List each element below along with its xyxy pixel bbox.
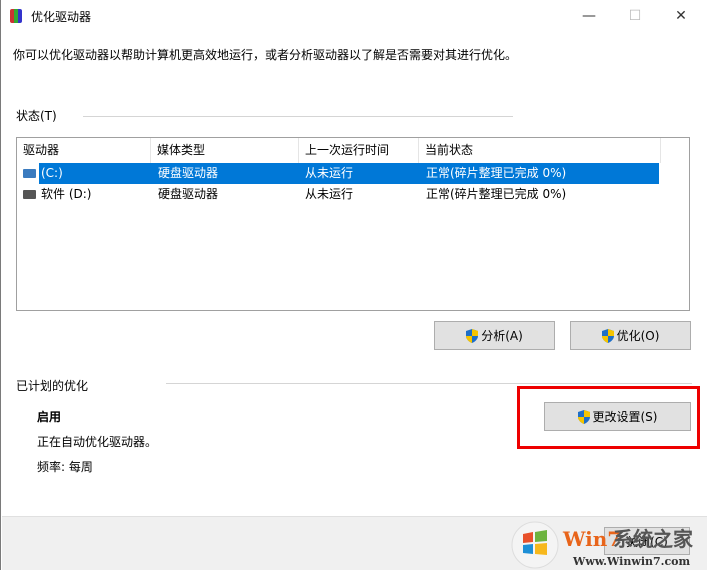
highlight-box [517,386,700,449]
hard-drive-icon [23,190,36,199]
app-icon [10,9,22,23]
table-row[interactable]: 软件 (D:) 硬盘驱动器 从未运行 正常(碎片整理已完成 0%) [17,184,689,205]
system-drive-icon [23,169,36,178]
schedule-frequency: 频率: 每周 [37,460,93,474]
title-bar: 优化驱动器 — ☐ ✕ [1,0,707,32]
uac-shield-icon [466,328,479,343]
svg-text:Www.Winwin7.com: Www.Winwin7.com [572,555,691,568]
media-type: 硬盘驱动器 [158,166,219,180]
minimize-button[interactable]: — [566,0,612,32]
table-row[interactable]: (C:) 硬盘驱动器 从未运行 正常(碎片整理已完成 0%) [17,163,689,184]
current-state: 正常(碎片整理已完成 0%) [426,166,567,180]
media-type: 硬盘驱动器 [158,187,219,201]
divider [166,383,692,384]
last-run: 从未运行 [305,187,354,201]
column-header-state[interactable]: 当前状态 [419,138,661,163]
column-header-last-run[interactable]: 上一次运行时间 [299,138,419,163]
svg-text:系统之家: 系统之家 [613,527,694,551]
window-title: 优化驱动器 [31,10,92,24]
close-window-button[interactable]: ✕ [658,0,704,32]
optimize-drives-window: 优化驱动器 — ☐ ✕ 你可以优化驱动器以帮助计算机更高效地运行，或者分析驱动器… [0,0,707,570]
optimize-label: 优化(O) [616,329,660,343]
analyze-button[interactable]: 分析(A) [434,321,555,350]
last-run: 从未运行 [305,166,354,180]
drive-name: 软件 (D:) [41,187,92,201]
column-header-drive[interactable]: 驱动器 [17,138,151,163]
maximize-button[interactable]: ☐ [612,0,658,32]
schedule-detail: 正在自动优化驱动器。 [37,435,158,449]
drive-name: (C:) [41,166,63,180]
description: 你可以优化驱动器以帮助计算机更高效地运行，或者分析驱动器以了解是否需要对其进行优… [13,48,518,62]
column-header-media[interactable]: 媒体类型 [151,138,299,163]
optimize-button[interactable]: 优化(O) [570,321,691,350]
watermark: Win7 系统之家 Www.Winwin7.com [511,520,706,570]
analyze-label: 分析(A) [481,329,523,343]
schedule-state: 启用 [37,410,62,424]
scheduled-label: 已计划的优化 [16,379,89,393]
watermark-logo-icon: Win7 系统之家 Www.Winwin7.com [511,521,694,569]
drive-list[interactable]: 驱动器 媒体类型 上一次运行时间 当前状态 (C:) 硬盘驱动器 从未运行 正常… [16,137,690,311]
divider [83,116,513,117]
status-label: 状态(T) [16,109,57,123]
current-state: 正常(碎片整理已完成 0%) [426,187,567,201]
uac-shield-icon [601,328,614,343]
